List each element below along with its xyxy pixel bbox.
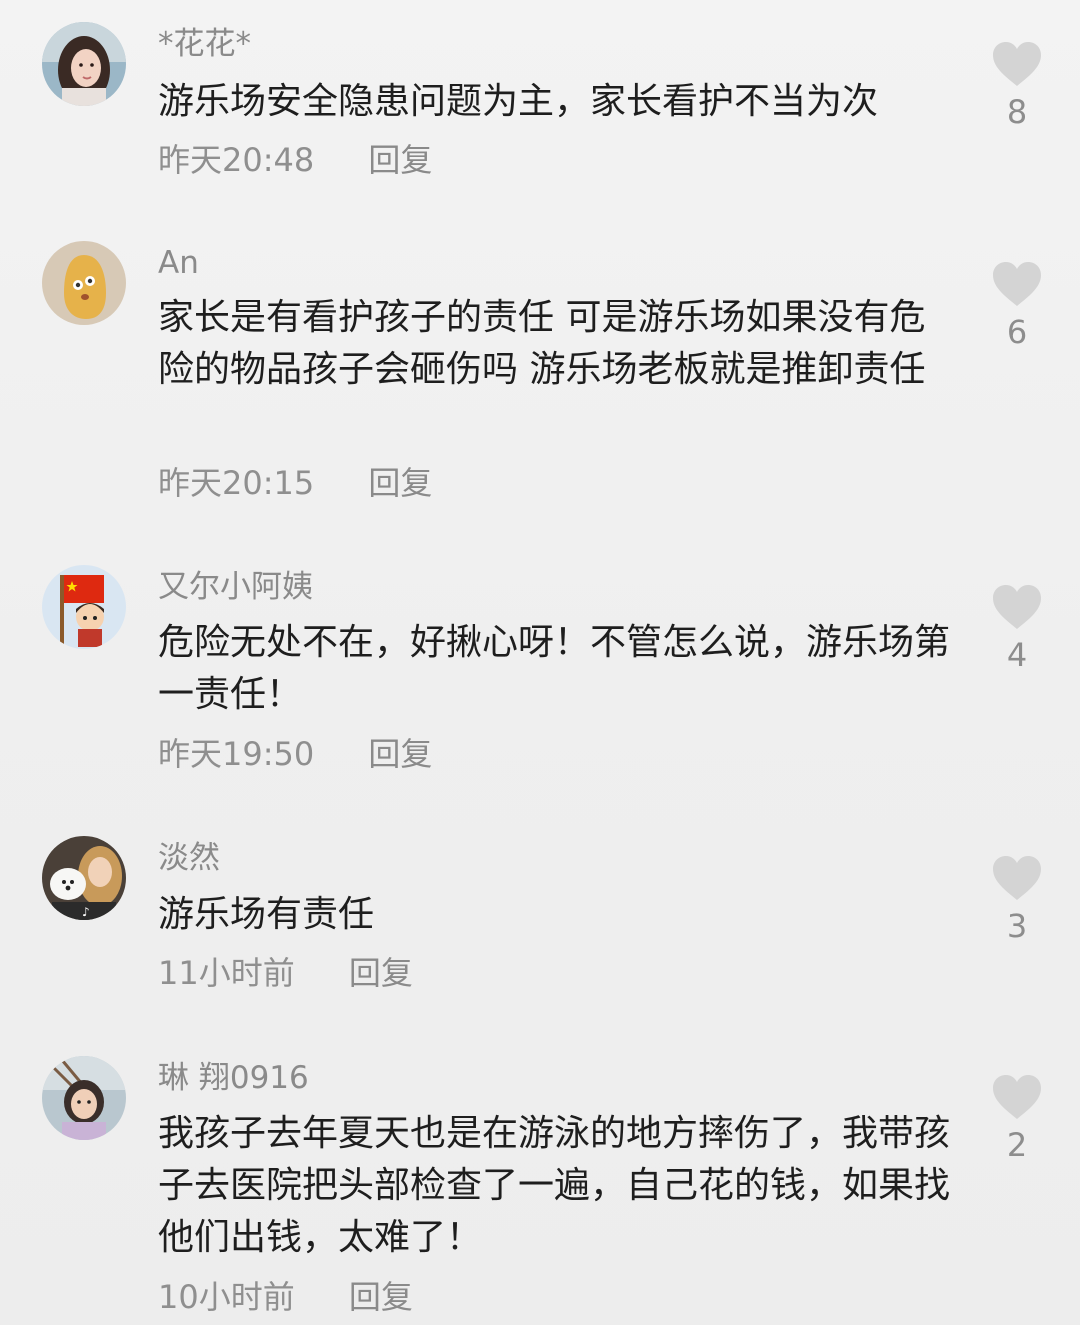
user-avatar[interactable]	[42, 22, 126, 106]
like-count: 6	[1006, 313, 1028, 351]
comment-meta: 昨天20:48 回复	[158, 140, 432, 180]
like-button[interactable]: 4	[990, 585, 1044, 675]
heart-icon	[993, 856, 1041, 900]
comment-meta: 昨天19:50 回复	[158, 734, 432, 774]
cartoon-bean-icon	[42, 241, 126, 325]
comment-meta: 昨天20:15 回复	[158, 463, 432, 503]
like-count: 8	[1006, 93, 1028, 131]
reply-button[interactable]: 回复	[368, 140, 432, 180]
woman-with-dog-icon: ♪	[42, 836, 126, 920]
reply-button[interactable]: 回复	[368, 463, 432, 503]
flag-cartoon-icon	[42, 565, 126, 649]
user-avatar[interactable]	[42, 565, 126, 649]
heart-icon	[993, 262, 1041, 306]
reply-button[interactable]: 回复	[368, 734, 432, 774]
like-button[interactable]: 8	[990, 42, 1044, 132]
like-count: 3	[1006, 907, 1028, 945]
heart-icon	[993, 1075, 1041, 1119]
username[interactable]: 琳 翔0916	[158, 1058, 309, 1098]
comment-text: 我孩子去年夏天也是在游泳的地方摔伤了，我带孩子去医院把头部检查了一遍，自己花的钱…	[158, 1113, 951, 1258]
woman-portrait-icon	[42, 22, 126, 106]
comment-text: 游乐场有责任	[158, 894, 375, 935]
username[interactable]: An	[158, 243, 199, 283]
comment-meta: 11小时前 回复	[158, 953, 413, 993]
comment-text: 家长是有看护孩子的责任 可是游乐场如果没有危险的物品孩子会砸伤吗 游乐场老板就是…	[158, 297, 926, 390]
like-button[interactable]: 3	[990, 856, 1044, 946]
like-button[interactable]: 6	[990, 262, 1044, 352]
svg-text:♪: ♪	[82, 905, 90, 919]
comment-time: 10小时前	[158, 1278, 295, 1316]
comment-time: 昨天20:15	[158, 464, 315, 502]
comment-time: 11小时前	[158, 954, 295, 992]
comment-text: 危险无处不在，好揪心呀！不管怎么说，游乐场第一责任！	[158, 622, 951, 715]
username[interactable]: 淡然	[158, 838, 220, 878]
like-button[interactable]: 2	[990, 1075, 1044, 1165]
comment-meta: 10小时前 回复	[158, 1277, 413, 1317]
like-count: 4	[1006, 636, 1028, 674]
reply-button[interactable]: 回复	[349, 1277, 413, 1317]
heart-icon	[993, 42, 1041, 86]
comment-time: 昨天20:48	[158, 141, 315, 179]
user-avatar[interactable]	[42, 241, 126, 325]
username[interactable]: 又尔小阿姨	[158, 567, 313, 607]
woman-outdoor-icon	[42, 1056, 126, 1140]
user-avatar[interactable]	[42, 1056, 126, 1140]
like-count: 2	[1006, 1126, 1028, 1164]
reply-button[interactable]: 回复	[349, 953, 413, 993]
comment-text: 游乐场安全隐患问题为主，家长看护不当为次	[158, 81, 879, 122]
username[interactable]: *花花*	[158, 24, 251, 64]
comment-list: *花花* 游乐场安全隐患问题为主，家长看护不当为次 昨天20:48 回复 8 A…	[0, 0, 1080, 1325]
comment-time: 昨天19:50	[158, 735, 315, 773]
heart-icon	[993, 585, 1041, 629]
user-avatar[interactable]: ♪	[42, 836, 126, 920]
